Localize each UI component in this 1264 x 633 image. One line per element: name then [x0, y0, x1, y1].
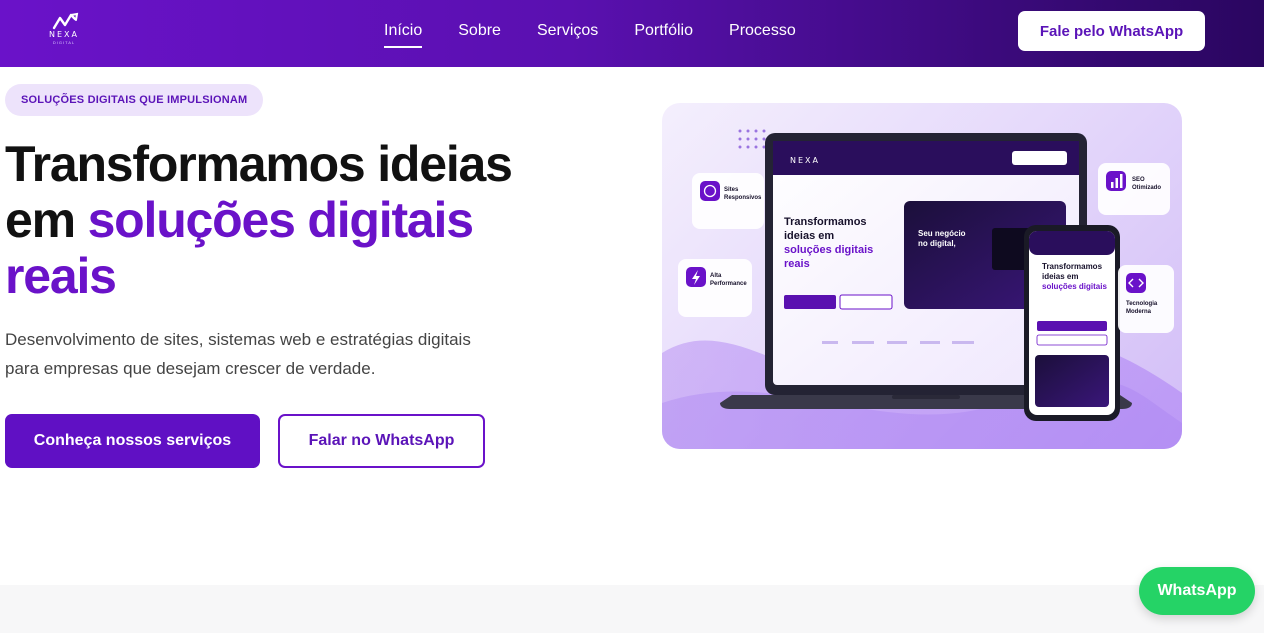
- nav-link-portfolio[interactable]: Portfólio: [634, 22, 693, 44]
- svg-text:soluções digitais: soluções digitais: [784, 244, 873, 256]
- hero-title-line2-plain: em: [5, 192, 88, 248]
- whatsapp-outline-button[interactable]: Falar no WhatsApp: [278, 414, 485, 468]
- hero-title-line1: Transformamos ideias: [5, 136, 513, 192]
- svg-text:NEXA: NEXA: [790, 156, 820, 165]
- hero-subtitle: Desenvolvimento de sites, sistemas web e…: [5, 330, 471, 378]
- logo-subtext: DIGITAL: [52, 40, 76, 45]
- svg-text:reais: reais: [784, 258, 810, 270]
- svg-text:ideias em: ideias em: [1042, 272, 1078, 281]
- next-section-band: [0, 585, 1264, 633]
- hero-mockup-image: NEXA Transformamos ideias em soluções di…: [662, 103, 1182, 449]
- nav-link-servicos[interactable]: Serviços: [537, 22, 598, 44]
- logo-text: NEXA: [49, 30, 79, 39]
- svg-text:Responsivos: Responsivos: [724, 195, 762, 201]
- svg-text:Tecnologia: Tecnologia: [1126, 301, 1158, 307]
- svg-text:SEO: SEO: [1132, 177, 1145, 183]
- svg-text:Moderna: Moderna: [1126, 309, 1152, 315]
- nav-link-inicio[interactable]: Início: [384, 22, 423, 48]
- logo-mark-icon: [52, 12, 79, 30]
- svg-text:soluções digitais: soluções digitais: [1042, 282, 1107, 291]
- svg-text:Sites: Sites: [724, 187, 739, 193]
- nav-link-processo[interactable]: Processo: [729, 22, 796, 44]
- svg-text:Transformamos: Transformamos: [784, 216, 867, 228]
- hero-title: Transformamos ideias em soluções digitai…: [5, 136, 625, 304]
- svg-text:Seu negócio: Seu negócio: [918, 229, 966, 238]
- svg-text:ideias em: ideias em: [784, 230, 834, 242]
- nav-whatsapp-button[interactable]: Fale pelo WhatsApp: [1018, 11, 1205, 51]
- hero-title-line3: reais: [5, 248, 117, 304]
- hero-title-highlight: soluções digitais: [87, 192, 474, 248]
- services-button[interactable]: Conheça nossos serviços: [5, 414, 260, 468]
- floating-whatsapp-button[interactable]: WhatsApp: [1139, 567, 1255, 615]
- svg-text:Alta: Alta: [710, 273, 722, 279]
- svg-text:Transformamos: Transformamos: [1042, 262, 1103, 271]
- hero-badge: SOLUÇÕES DIGITAIS QUE IMPULSIONAM: [5, 84, 264, 116]
- svg-text:no digital,: no digital,: [918, 239, 956, 248]
- top-navbar: NEXA DIGITAL Início Sobre Serviços Portf…: [0, 0, 1264, 67]
- device-mockup-illustration: NEXA Transformamos ideias em soluções di…: [662, 129, 1182, 449]
- svg-text:Performance: Performance: [710, 281, 747, 287]
- nav-link-sobre[interactable]: Sobre: [458, 22, 501, 44]
- nav-links: Início Sobre Serviços Portfólio Processo: [384, 22, 832, 48]
- nexa-logo[interactable]: NEXA DIGITAL: [44, 10, 84, 48]
- svg-text:Otimizado: Otimizado: [1132, 185, 1161, 191]
